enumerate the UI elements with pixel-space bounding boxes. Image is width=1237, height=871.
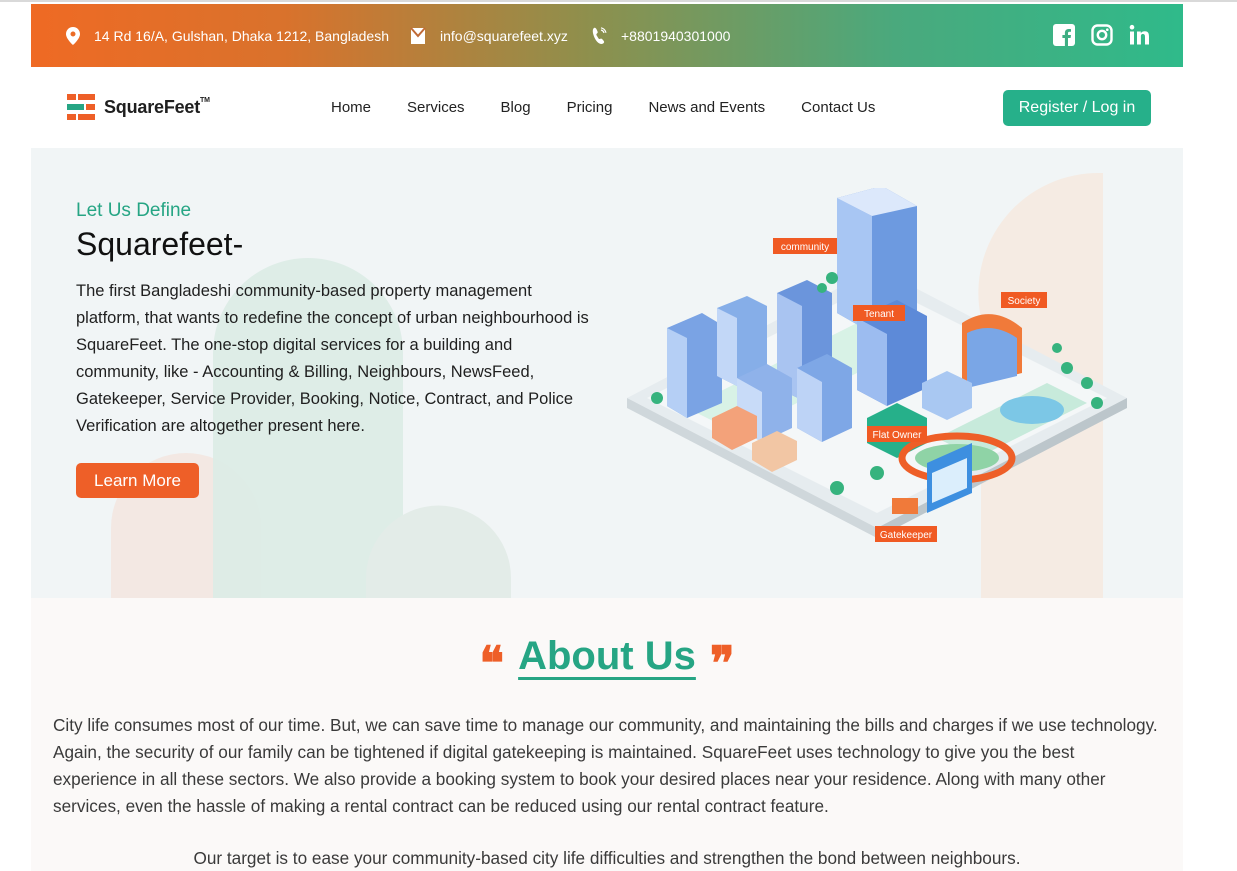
about-paragraph: City life consumes most of our time. But… [53, 715, 1158, 816]
nav-item-news-and-events[interactable]: News and Events [648, 99, 765, 116]
nav-item-blog[interactable]: Blog [501, 99, 531, 116]
isometric-city-illustration: community Tenant Society Flat Owner Gate… [627, 188, 1127, 542]
instagram-icon[interactable] [1091, 24, 1113, 46]
open-quote-icon: ❝ [479, 639, 505, 674]
phone-icon [592, 26, 607, 44]
brand-name: SquareFeetTM [104, 96, 210, 117]
top-info-bar: 14 Rd 16/A, Gulshan, Dhaka 1212, Banglad… [31, 4, 1183, 67]
social-links [1053, 24, 1151, 48]
hero-description: The first Bangladeshi community-based pr… [76, 282, 589, 435]
label-community: community [781, 242, 829, 253]
nav-item-pricing[interactable]: Pricing [567, 99, 613, 116]
about-title: About Us [518, 634, 696, 678]
label-gatekeeper: Gatekeeper [880, 530, 933, 541]
email-link[interactable]: info@squarefeet.xyz [440, 28, 568, 44]
label-tenant: Tenant [864, 309, 894, 320]
phone-item[interactable]: +8801940301000 [591, 4, 730, 67]
label-flat-owner: Flat Owner [873, 430, 923, 441]
nav-item-services[interactable]: Services [407, 99, 465, 116]
page: 14 Rd 16/A, Gulshan, Dhaka 1212, Banglad… [31, 4, 1183, 871]
hero-eyebrow: Let Us Define [76, 200, 192, 221]
close-quote-icon: ❞ [709, 639, 735, 674]
linkedin-icon[interactable] [1129, 24, 1151, 46]
address-item: 14 Rd 16/A, Gulshan, Dhaka 1212, Banglad… [66, 4, 389, 67]
nav-item-contact-us[interactable]: Contact Us [801, 99, 875, 116]
main-nav: SquareFeetTM Home Services Blog Pricing … [31, 67, 1183, 148]
brand-logo[interactable]: SquareFeetTM [67, 94, 210, 120]
phone-link[interactable]: +8801940301000 [621, 28, 730, 44]
location-pin-icon [66, 26, 80, 45]
learn-more-button[interactable]: Learn More [76, 463, 199, 498]
email-item[interactable]: info@squarefeet.xyz [410, 4, 568, 67]
browser-top-rule [0, 0, 1237, 2]
address-text: 14 Rd 16/A, Gulshan, Dhaka 1212, Banglad… [94, 27, 389, 44]
hero-section: Let Us Define Squarefeet- The first Bang… [31, 148, 1183, 598]
label-society: Society [1008, 296, 1041, 307]
about-heading: ❝ About Us ❞ [31, 634, 1183, 679]
hero-title: Squarefeet- [76, 226, 244, 262]
squarefeet-logo-icon [67, 94, 95, 120]
nav-menu: Home Services Blog Pricing News and Even… [331, 67, 911, 148]
email-icon [410, 26, 426, 44]
register-login-button[interactable]: Register / Log in [1003, 90, 1151, 126]
about-target: Our target is to ease your community-bas… [193, 848, 1021, 868]
about-section: ❝ About Us ❞ City life consumes most of … [31, 598, 1183, 871]
nav-item-home[interactable]: Home [331, 99, 371, 116]
facebook-icon[interactable] [1053, 24, 1075, 46]
